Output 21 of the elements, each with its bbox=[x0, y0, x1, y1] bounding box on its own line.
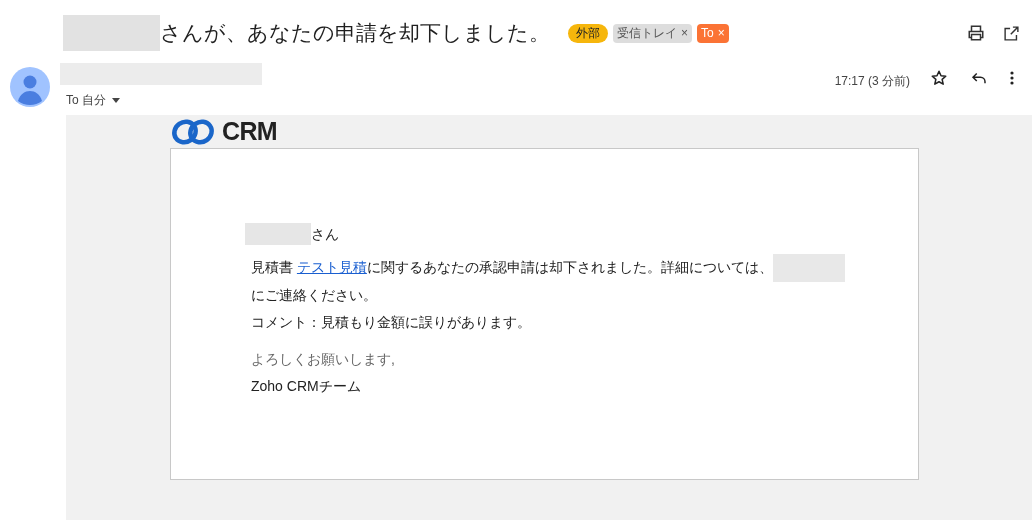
timestamp: 17:17 (3 分前) bbox=[834, 73, 910, 90]
avatar-icon bbox=[10, 67, 50, 107]
quote-link[interactable]: テスト見積 bbox=[296, 259, 367, 275]
recipient-text: To 自分 bbox=[66, 92, 106, 109]
more-options-icon[interactable] bbox=[1010, 71, 1014, 85]
greeting-text: さん bbox=[311, 224, 339, 244]
redacted-block bbox=[245, 223, 311, 245]
closing-text: よろしくお願いします, bbox=[251, 350, 396, 370]
label-tag[interactable]: 受信トレイ × bbox=[613, 23, 692, 43]
signature-text: Zoho CRMチーム bbox=[251, 377, 362, 397]
comment-text: コメント：見積もり金額に誤りがあります。 bbox=[251, 313, 532, 333]
email-subject: さんが、あなたの申請を却下しました。 bbox=[160, 20, 550, 47]
print-icon[interactable] bbox=[967, 24, 985, 42]
open-in-new-icon[interactable] bbox=[1003, 24, 1020, 42]
logo-icon bbox=[170, 117, 216, 146]
label-tag[interactable]: 外部 bbox=[568, 23, 608, 43]
logo-text: CRM bbox=[222, 115, 278, 147]
star-icon[interactable] bbox=[930, 69, 948, 87]
message-paragraph: 見積書 テスト見積に関するあなたの承認申請は却下されました。詳細については、 にご連絡ください。 bbox=[251, 254, 851, 310]
remove-label-icon[interactable]: × bbox=[681, 24, 688, 42]
dropdown-caret-icon[interactable] bbox=[112, 97, 120, 103]
